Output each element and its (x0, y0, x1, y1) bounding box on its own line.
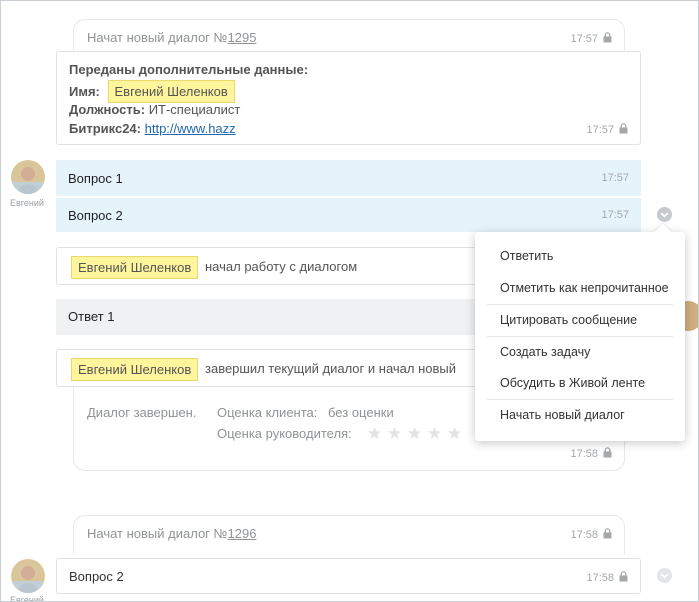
chevron-down-icon (660, 573, 669, 579)
lock-icon (603, 447, 612, 458)
star-icon[interactable]: ★ (447, 425, 462, 442)
chat-window: Начат новый диалог №1295 17:57 Переданы … (0, 0, 699, 602)
lock-icon (603, 528, 612, 539)
lock-icon (619, 123, 628, 134)
time-text: 17:57 (570, 33, 598, 45)
time-text: 17:57 (586, 124, 614, 136)
menu-item-reply[interactable]: Ответить (487, 241, 673, 272)
extra-data-card: Переданы дополнительные данные: Имя: Евг… (56, 51, 641, 145)
message-time: 17:57 (601, 172, 629, 184)
star-icon[interactable]: ★ (367, 425, 382, 442)
menu-item-quote[interactable]: Цитировать сообщение (487, 305, 673, 336)
avatar-name: Евгений (10, 595, 44, 602)
message-menu-button[interactable] (657, 568, 672, 583)
lock-icon (619, 571, 628, 582)
dialog-start-prefix: Начат новый диалог № (87, 526, 228, 541)
dialog-start-title: Начат новый диалог №1295 (87, 30, 256, 45)
name-value[interactable]: Евгений Шеленков (107, 80, 235, 103)
name-label: Имя: (69, 84, 100, 99)
event-text: начал работу с диалогом (205, 259, 358, 274)
extra-data-time: 17:57 (586, 123, 628, 136)
avatar-name: Евгений (10, 198, 44, 208)
message-time: 17:58 (586, 571, 628, 584)
message-bubble[interactable]: Вопрос 2 17:58 (56, 558, 641, 594)
lock-icon (603, 32, 612, 43)
dialog-number-link[interactable]: 1296 (228, 526, 257, 541)
summary-status: Диалог завершен. (87, 405, 197, 420)
extra-data-title: Переданы дополнительные данные: (69, 62, 309, 77)
client-rating-label: Оценка клиента: (217, 405, 318, 420)
client-rating-value: без оценки (328, 405, 394, 420)
message-text: Вопрос 1 (68, 171, 123, 186)
dialog-start-time: 17:57 (570, 32, 612, 45)
summary-time: 17:58 (570, 447, 612, 460)
chevron-down-icon (660, 212, 669, 218)
avatar[interactable] (11, 160, 45, 194)
dialog-start-time: 17:58 (570, 528, 612, 541)
message-menu-button[interactable] (657, 207, 672, 222)
menu-item-discuss-in-feed[interactable]: Обсудить в Живой ленте (487, 368, 673, 399)
message-bubble[interactable]: Вопрос 1 17:57 (56, 160, 641, 196)
message-time: 17:57 (601, 209, 629, 221)
bitrix-link[interactable]: http://www.hazz (145, 121, 236, 136)
menu-item-new-dialog[interactable]: Начать новый диалог (487, 400, 673, 431)
avatar-image (11, 559, 45, 593)
dialog-start-title: Начат новый диалог №1296 (87, 526, 256, 541)
time-text: 17:58 (570, 529, 598, 541)
answer-text: Ответ 1 (68, 309, 115, 324)
message-context-menu: Ответить Отметить как непрочитанное Цити… (475, 232, 685, 441)
dialog-start-prefix: Начат новый диалог № (87, 30, 228, 45)
star-icon[interactable]: ★ (427, 425, 442, 442)
time-text: 17:58 (586, 572, 614, 584)
extra-data-name-row: Имя: Евгений Шеленков (69, 80, 235, 103)
avatar-image (11, 160, 45, 194)
star-icon[interactable]: ★ (387, 425, 402, 442)
event-user-highlight[interactable]: Евгений Шеленков (71, 256, 199, 279)
position-label: Должность: (69, 102, 146, 117)
event-text: завершил текущий диалог и начал новый (205, 361, 457, 376)
extra-data-bitrix-row: Битрикс24: http://www.hazz (69, 121, 236, 136)
message-text: Вопрос 2 (69, 569, 124, 584)
message-text: Вопрос 2 (68, 208, 123, 223)
extra-data-position-row: Должность: ИТ-специалист (69, 102, 240, 117)
message-bubble[interactable]: Вопрос 2 17:57 (56, 198, 641, 232)
menu-item-create-task[interactable]: Создать задачу (487, 337, 673, 368)
time-text: 17:58 (570, 448, 598, 460)
position-value: ИТ-специалист (148, 102, 241, 117)
avatar[interactable] (11, 559, 45, 593)
star-icon[interactable]: ★ (407, 425, 422, 442)
event-user-highlight[interactable]: Евгений Шеленков (71, 358, 199, 381)
dialog-number-link[interactable]: 1295 (228, 30, 257, 45)
manager-rating-label: Оценка руководителя: (217, 426, 352, 441)
bitrix-label: Битрикс24: (69, 121, 141, 136)
menu-item-mark-unread[interactable]: Отметить как непрочитанное (487, 273, 673, 304)
